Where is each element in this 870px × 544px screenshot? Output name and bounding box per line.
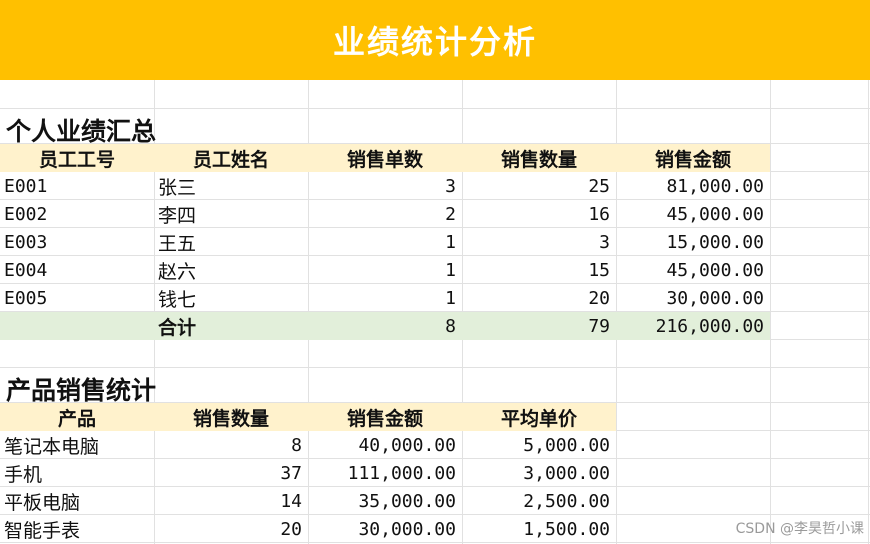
cell-avg-price[interactable]: 3,000.00: [462, 459, 616, 487]
cell-product-name[interactable]: 手机: [0, 459, 154, 487]
grid-column-line: [770, 80, 771, 544]
total-order-count[interactable]: 8: [308, 312, 462, 340]
cell-employee-id[interactable]: E005: [0, 284, 154, 312]
cell-employee-id[interactable]: E003: [0, 228, 154, 256]
cell-avg-price[interactable]: 5,000.00: [462, 431, 616, 459]
cell-employee-name[interactable]: 钱七: [154, 284, 308, 312]
header-sales-amount[interactable]: 销售金额: [616, 144, 770, 172]
cell-sales-qty[interactable]: 15: [462, 256, 616, 284]
cell-avg-price[interactable]: 1,500.00: [462, 515, 616, 543]
header-product-qty[interactable]: 销售数量: [154, 403, 308, 431]
total-sales-amount[interactable]: 216,000.00: [616, 312, 770, 340]
grid-column-line: [868, 80, 869, 544]
header-employee-id[interactable]: 员工工号: [0, 144, 154, 172]
cell-product-amount[interactable]: 30,000.00: [308, 515, 462, 543]
section-title-product[interactable]: 产品销售统计: [6, 371, 156, 407]
cell-product-amount[interactable]: 40,000.00: [308, 431, 462, 459]
cell-product-amount[interactable]: 35,000.00: [308, 487, 462, 515]
cell-employee-name[interactable]: 赵六: [154, 256, 308, 284]
header-avg-price[interactable]: 平均单价: [462, 403, 616, 431]
cell-employee-id[interactable]: E002: [0, 200, 154, 228]
cell-sales-qty[interactable]: 20: [462, 284, 616, 312]
page-title: 业绩统计分析: [332, 23, 537, 61]
cell-order-count[interactable]: 1: [308, 284, 462, 312]
cell-product-qty[interactable]: 14: [154, 487, 308, 515]
watermark: CSDN @李昊哲小课: [735, 521, 864, 537]
cell-product-name[interactable]: 平板电脑: [0, 487, 154, 515]
cell-order-count[interactable]: 3: [308, 172, 462, 200]
cell-sales-amount[interactable]: 15,000.00: [616, 228, 770, 256]
title-banner: 业绩统计分析: [0, 0, 870, 80]
total-label[interactable]: 合计: [154, 312, 308, 340]
cell-sales-amount[interactable]: 81,000.00: [616, 172, 770, 200]
cell-avg-price[interactable]: 2,500.00: [462, 487, 616, 515]
cell-product-name[interactable]: 笔记本电脑: [0, 431, 154, 459]
cell-product-name[interactable]: 智能手表: [0, 515, 154, 543]
cell-order-count[interactable]: 2: [308, 200, 462, 228]
cell-sales-qty[interactable]: 16: [462, 200, 616, 228]
cell-sales-qty[interactable]: 25: [462, 172, 616, 200]
cell-sales-amount[interactable]: 30,000.00: [616, 284, 770, 312]
header-product-amount[interactable]: 销售金额: [308, 403, 462, 431]
total-sales-qty[interactable]: 79: [462, 312, 616, 340]
cell-product-amount[interactable]: 111,000.00: [308, 459, 462, 487]
cell-employee-id[interactable]: E004: [0, 256, 154, 284]
cell-order-count[interactable]: 1: [308, 228, 462, 256]
cell-employee-name[interactable]: 王五: [154, 228, 308, 256]
header-order-count[interactable]: 销售单数: [308, 144, 462, 172]
cell-sales-amount[interactable]: 45,000.00: [616, 256, 770, 284]
header-product[interactable]: 产品: [0, 403, 154, 431]
cell-product-qty[interactable]: 8: [154, 431, 308, 459]
cell-product-qty[interactable]: 20: [154, 515, 308, 543]
cell-sales-amount[interactable]: 45,000.00: [616, 200, 770, 228]
spreadsheet-grid[interactable]: 个人业绩汇总 员工工号 员工姓名 销售单数 销售数量 销售金额 E001 张三 …: [0, 80, 870, 544]
header-employee-name[interactable]: 员工姓名: [154, 144, 308, 172]
cell-product-qty[interactable]: 37: [154, 459, 308, 487]
grid-row-line: [0, 108, 870, 109]
cell-employee-id[interactable]: E001: [0, 172, 154, 200]
cell-order-count[interactable]: 1: [308, 256, 462, 284]
cell-employee-name[interactable]: 李四: [154, 200, 308, 228]
header-sales-qty[interactable]: 销售数量: [462, 144, 616, 172]
section-title-personal[interactable]: 个人业绩汇总: [6, 112, 156, 148]
grid-row-line: [0, 367, 870, 368]
cell-employee-name[interactable]: 张三: [154, 172, 308, 200]
cell-sales-qty[interactable]: 3: [462, 228, 616, 256]
